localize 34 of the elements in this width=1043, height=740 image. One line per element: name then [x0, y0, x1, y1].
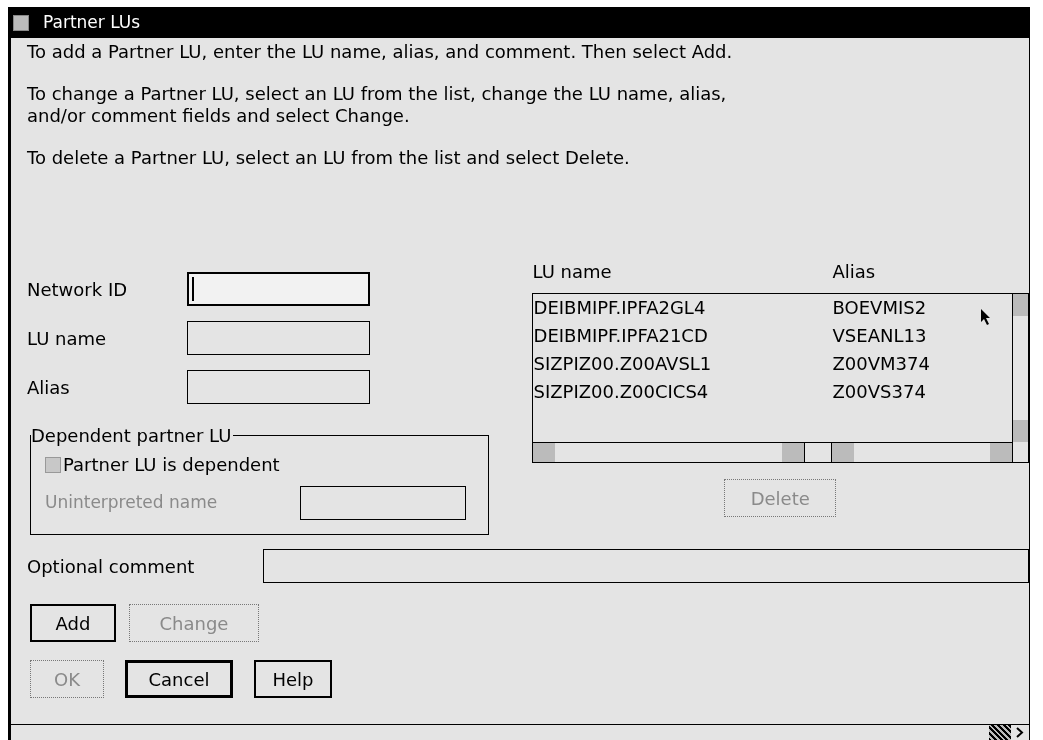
- button[interactable]: Help: [254, 660, 332, 698]
- pointer-icon: [979, 308, 992, 326]
- column-header: LU name: [531, 260, 613, 284]
- field-label: Uninterpreted name: [45, 491, 219, 515]
- list-row[interactable]: SIZPIZ00.Z00CICS4 Z00VS374: [532, 378, 1012, 406]
- input-field[interactable]: [187, 370, 370, 404]
- instruction-text: To change a Partner LU, select an LU from the list, change the LU name, alias, and/or comment fields and select Change.: [27, 83, 728, 127]
- comment-field[interactable]: [263, 549, 1029, 583]
- button[interactable]: Cancel: [125, 660, 233, 698]
- field-label: LU name: [27, 326, 108, 351]
- system-menu-icon[interactable]: [13, 14, 29, 31]
- scrollbar[interactable]: [830, 443, 1012, 462]
- input-field[interactable]: [187, 272, 370, 306]
- list-row[interactable]: SIZPIZ00.Z00AVSL1 Z00VM374: [532, 350, 1012, 378]
- input-field[interactable]: [187, 321, 370, 355]
- instruction-text: To delete a Partner LU, select an LU from the list and select Delete.: [27, 147, 631, 169]
- scrollbar[interactable]: [532, 443, 805, 462]
- text-cursor: [192, 277, 194, 301]
- instruction-text: To add a Partner LU, enter the LU name, alias, and comment. Then select Add.: [27, 41, 734, 63]
- window-title: Partner LUs: [43, 10, 141, 34]
- list-row[interactable]: DEIBMIPF.IPFA21CD VSEANL13: [532, 322, 1012, 350]
- scrollbar[interactable]: [11, 724, 1029, 740]
- field-label: Optional comment: [27, 554, 196, 579]
- field-label: Network ID: [27, 277, 129, 302]
- column-header: Alias: [832, 260, 877, 284]
- scroll-thumb[interactable]: [989, 725, 1011, 740]
- list-box[interactable]: DEIBMIPF.IPFA2GL4 BOEVMIS2 DEIBMIPF.IPFA21CD VSEANL13 SIZPIZ00.Z00AVSL1 Z00VM374 SIZPIZ00.Z00CICS4 Z00VS374: [531, 293, 1029, 463]
- checkbox[interactable]: [45, 456, 61, 473]
- field-label: Alias: [27, 375, 71, 400]
- list-row[interactable]: DEIBMIPF.IPFA2GL4 BOEVMIS2: [532, 294, 1012, 322]
- group-title: Dependent partner LU: [31, 424, 233, 448]
- button[interactable]: Add: [30, 604, 116, 642]
- scrollbar[interactable]: [1012, 294, 1028, 462]
- checkbox-label[interactable]: Partner LU is dependent: [63, 451, 280, 478]
